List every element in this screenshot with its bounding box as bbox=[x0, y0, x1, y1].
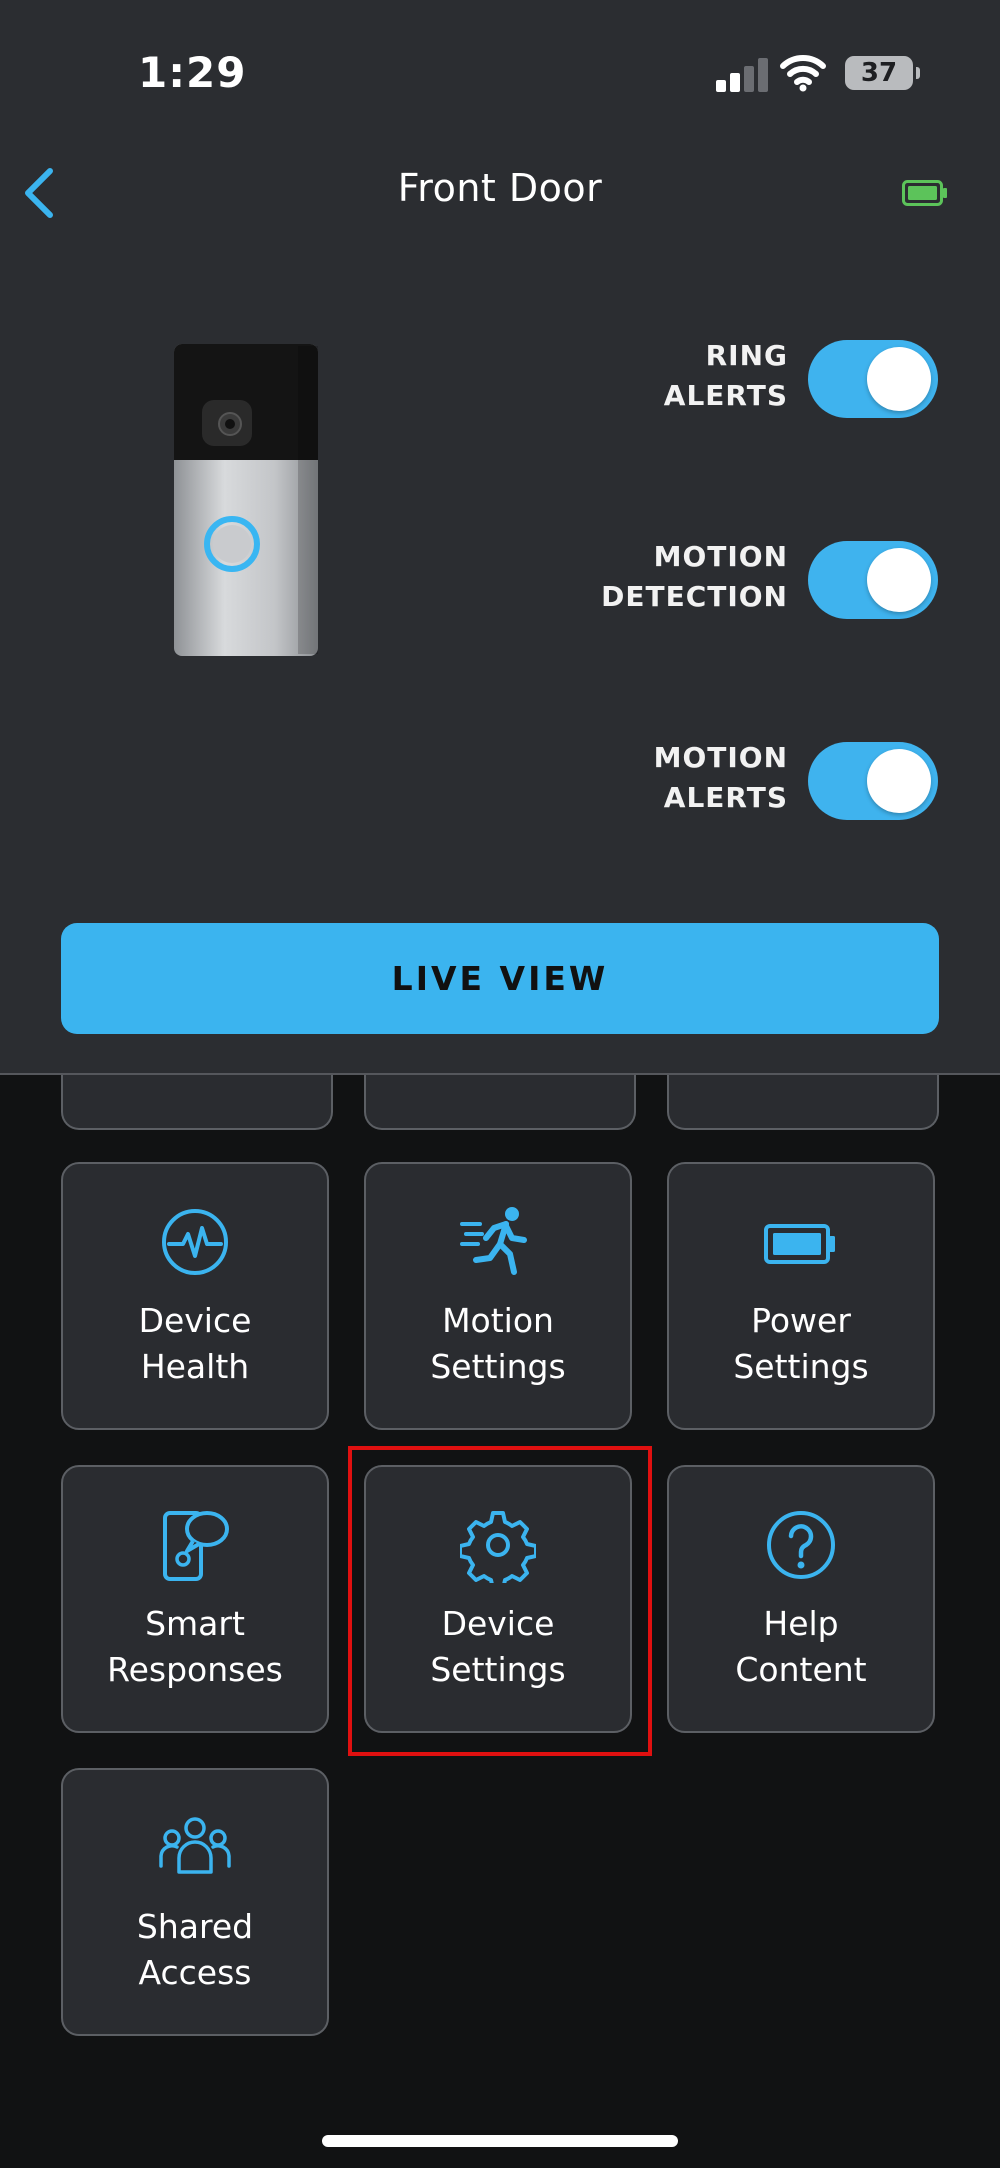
battery-icon bbox=[764, 1224, 835, 1264]
pulse-icon bbox=[162, 1209, 228, 1275]
panel-divider bbox=[0, 1073, 1000, 1075]
running-person-icon bbox=[460, 1207, 527, 1275]
wifi-icon bbox=[780, 55, 826, 92]
smart-responses-icon bbox=[163, 1511, 229, 1581]
doorbell-device-image bbox=[174, 344, 318, 656]
tile-power-settings[interactable]: Power Settings bbox=[667, 1162, 935, 1430]
motion-detection-row: MOTION DETECTION bbox=[478, 540, 938, 619]
tile-motion-settings[interactable]: Motion Settings bbox=[364, 1162, 632, 1430]
cellular-signal-icon bbox=[716, 58, 770, 92]
ring-alerts-label: RING ALERTS bbox=[663, 339, 788, 412]
panel-cover bbox=[0, 0, 1000, 1073]
battery-status-icon: 37 bbox=[845, 56, 920, 90]
motion-detection-label: MOTION DETECTION bbox=[601, 540, 788, 613]
ring-alerts-toggle[interactable] bbox=[808, 340, 938, 418]
motion-detection-toggle[interactable] bbox=[808, 541, 938, 619]
tile-help-content[interactable]: Help Content bbox=[667, 1465, 935, 1733]
tile-device-health[interactable]: Device Health bbox=[61, 1162, 329, 1430]
ring-alerts-row: RING ALERTS bbox=[478, 339, 938, 418]
users-icon bbox=[159, 1817, 231, 1874]
motion-alerts-row: MOTION ALERTS bbox=[478, 741, 938, 820]
highlight-box bbox=[348, 1446, 652, 1756]
motion-alerts-label: MOTION ALERTS bbox=[653, 741, 788, 814]
question-icon bbox=[767, 1511, 835, 1579]
live-view-button[interactable]: LIVE VIEW bbox=[61, 923, 939, 1034]
home-indicator[interactable] bbox=[322, 2135, 678, 2147]
battery-full-icon bbox=[902, 180, 947, 206]
page-title: Front Door bbox=[397, 166, 603, 210]
tile-shared-access[interactable]: Shared Access bbox=[61, 1768, 329, 2036]
status-time: 1:29 bbox=[138, 48, 247, 97]
motion-alerts-toggle[interactable] bbox=[808, 742, 938, 820]
tile-smart-responses[interactable]: Smart Responses bbox=[61, 1465, 329, 1733]
